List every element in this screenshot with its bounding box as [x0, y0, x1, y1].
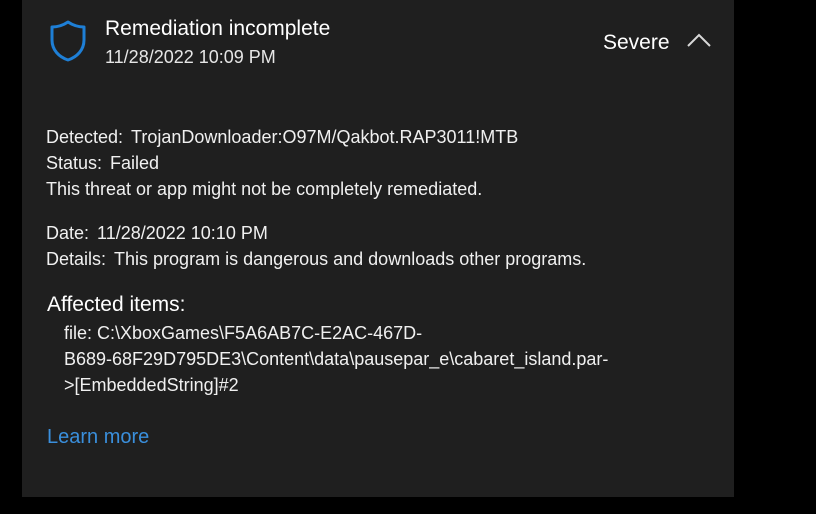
status-note: This threat or app might not be complete… [46, 179, 483, 199]
chevron-up-icon[interactable] [686, 31, 712, 49]
details-label: Details: [46, 249, 107, 269]
threat-details-panel: Remediation incomplete 11/28/2022 10:09 … [22, 0, 734, 497]
details-row: Details: This program is dangerous and do… [46, 246, 586, 272]
severity-label: Severe [603, 31, 670, 54]
status-label: Status: [46, 153, 103, 173]
detected-value: TrojanDownloader:O97M/Qakbot.RAP3011!MTB [131, 127, 519, 147]
detected-label: Detected: [46, 127, 124, 147]
affected-path-line: >[EmbeddedString]#2 [64, 375, 239, 395]
details-value: This program is dangerous and downloads … [114, 249, 587, 269]
affected-items-heading: Affected items: [47, 293, 186, 316]
status-value: Failed [110, 153, 160, 173]
threat-title: Remediation incomplete [105, 17, 331, 40]
learn-more-link[interactable]: Learn more [47, 423, 149, 451]
affected-path-line: B689-68F29D795DE3\Content\data\pausepar_… [64, 349, 609, 369]
date-value: 11/28/2022 10:10 PM [97, 223, 268, 243]
detected-row: Detected: TrojanDownloader:O97M/Qakbot.RA… [46, 124, 518, 150]
shield-icon [50, 20, 86, 62]
affected-path-line: file: C:\XboxGames\F5A6AB7C-E2AC-467D- [64, 323, 423, 343]
threat-timestamp: 11/28/2022 10:09 PM [105, 47, 276, 67]
status-row: Status: Failed [46, 150, 159, 176]
date-label: Date: [46, 223, 90, 243]
date-row: Date: 11/28/2022 10:10 PM [46, 220, 268, 246]
